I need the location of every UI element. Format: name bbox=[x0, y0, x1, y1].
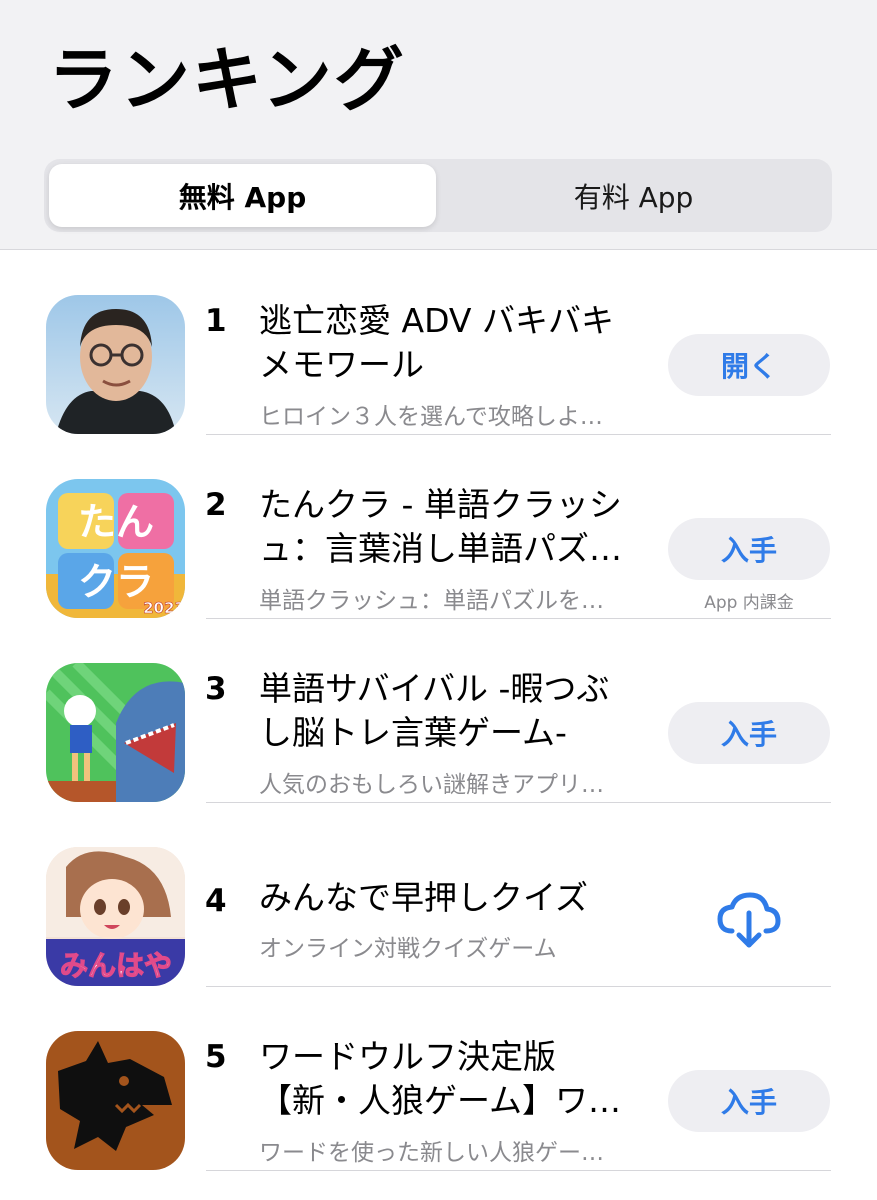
rank-number: 5 bbox=[205, 1039, 227, 1075]
app-icon-wordwolf[interactable] bbox=[46, 1031, 185, 1170]
list-item[interactable]: 1 逃亡恋愛 ADV バキバキメモワール ヒロイン３人を選んで攻略しよ… 開く bbox=[0, 251, 877, 435]
get-button[interactable]: 入手 bbox=[668, 1070, 830, 1132]
app-name: ワードウルフ決定版【新・人狼ゲーム】ワ… bbox=[259, 1037, 622, 1120]
app-icon-bakibaki-memoire[interactable] bbox=[46, 295, 185, 434]
list-item[interactable]: 5 ワードウルフ決定版【新・人狼ゲーム】ワ… ワードを使った新しい人狼ゲー… 入… bbox=[0, 987, 877, 1171]
list-item[interactable]: たん クラ 2023 2 たんクラ - 単語クラッシュ：言葉消し単語パズ… 単語… bbox=[0, 435, 877, 619]
app-icon-tankura[interactable]: たん クラ 2023 bbox=[46, 479, 185, 618]
tankura-top-text: たん bbox=[78, 500, 154, 544]
rank-number: 1 bbox=[205, 303, 227, 339]
list-item[interactable]: 3 単語サバイバル -暇つぶし脳トレ言葉ゲーム- 人気のおもしろい謎解きアプリ…… bbox=[0, 619, 877, 803]
list-item[interactable]: みんはや 4 みんなで早押しクイズ オンライン対戦クイズゲーム bbox=[0, 803, 877, 987]
app-name: みんなで早押しクイズ bbox=[259, 878, 589, 917]
app-subtitle: 単語クラッシュ：単語パズルを… bbox=[259, 588, 604, 614]
app-subtitle: オンライン対戦クイズゲーム bbox=[259, 936, 557, 962]
app-name: たんクラ - 単語クラッシュ：言葉消し単語パズ… bbox=[259, 485, 622, 568]
app-name: 単語サバイバル -暇つぶし脳トレ言葉ゲーム- bbox=[259, 669, 610, 752]
cloud-download-icon[interactable] bbox=[716, 887, 782, 953]
app-subtitle: 人気のおもしろい謎解きアプリ… bbox=[259, 772, 604, 798]
rank-number: 3 bbox=[205, 671, 227, 707]
app-subtitle: ヒロイン３人を選んで攻略しよ… bbox=[259, 404, 603, 430]
header: ランキング 無料 App 有料 App bbox=[0, 0, 877, 250]
tankura-bottom-text: クラ bbox=[78, 560, 154, 604]
in-app-purchase-label: App 内課金 bbox=[704, 593, 794, 613]
rank-number: 2 bbox=[205, 487, 227, 523]
get-button[interactable]: 入手 bbox=[668, 702, 830, 764]
segment-paid-app[interactable]: 有料 App bbox=[440, 164, 827, 227]
tankura-year-text: 2023 bbox=[143, 599, 185, 617]
page-title: ランキング bbox=[48, 39, 406, 121]
get-button[interactable]: 入手 bbox=[668, 518, 830, 580]
minhaya-logo-text: みんはや bbox=[60, 949, 172, 982]
segmented-control: 無料 App 有料 App bbox=[44, 159, 832, 232]
app-subtitle: ワードを使った新しい人狼ゲー… bbox=[259, 1140, 604, 1166]
rank-number: 4 bbox=[205, 883, 227, 919]
row-divider bbox=[206, 1170, 831, 1171]
app-icon-minhaya[interactable]: みんはや bbox=[46, 847, 185, 986]
segment-free-app[interactable]: 無料 App bbox=[49, 164, 436, 227]
app-icon-tango-survival[interactable] bbox=[46, 663, 185, 802]
app-name: 逃亡恋愛 ADV バキバキメモワール bbox=[259, 301, 614, 384]
open-button[interactable]: 開く bbox=[668, 334, 830, 396]
